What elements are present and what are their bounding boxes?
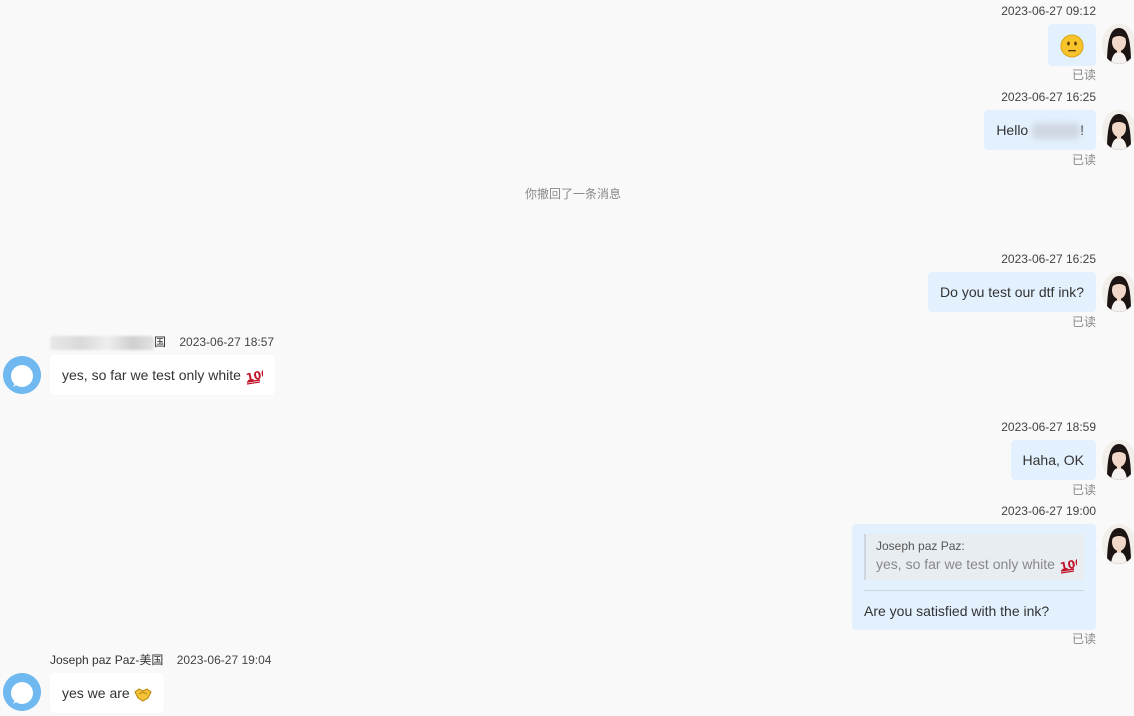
read-status: 已读 — [1071, 483, 1096, 497]
message-text-suffix: ! — [1080, 122, 1084, 138]
woman-portrait-icon — [1102, 524, 1134, 564]
message-timestamp: 2023-06-27 18:59 — [1001, 420, 1096, 434]
quoted-text: yes, so far we test only white — [876, 556, 1055, 572]
sender-name-suffix: 国 — [154, 335, 167, 349]
woman-portrait-icon — [1102, 440, 1134, 480]
handshake-emoji-icon — [133, 688, 152, 702]
read-status: 已读 — [1071, 632, 1096, 646]
read-status: 已读 — [1071, 153, 1096, 167]
sender-line: 国 2023-06-27 18:57 — [50, 335, 274, 350]
message-timestamp: 2023-06-27 19:00 — [1001, 504, 1096, 518]
outgoing-message-bubble[interactable] — [1048, 24, 1096, 66]
message-timestamp: 2023-06-27 09:12 — [1001, 4, 1096, 18]
chat-bubble-avatar-icon — [3, 356, 41, 394]
hundred-points-emoji-icon: 100 — [1059, 556, 1077, 574]
woman-portrait-icon — [1102, 110, 1134, 150]
outgoing-message-bubble[interactable]: Do you test our dtf ink? — [928, 272, 1096, 312]
message-text: Hello — [996, 122, 1029, 138]
recall-notice: 你撤回了一条消息 — [524, 187, 621, 201]
read-status: 已读 — [1071, 315, 1096, 329]
message-timestamp: 2023-06-27 16:25 — [1001, 252, 1096, 266]
quoted-text-line: yes, so far we test only white 100 — [876, 554, 1077, 574]
neutral-face-emoji-icon — [1060, 34, 1084, 58]
woman-portrait-icon — [1102, 272, 1134, 312]
woman-portrait-icon — [1102, 24, 1134, 64]
incoming-message-bubble[interactable]: yes we are — [50, 673, 164, 713]
redacted-name — [1032, 123, 1081, 140]
my-avatar[interactable] — [1102, 524, 1134, 564]
sender-line: Joseph paz Paz-美国 2023-06-27 19:04 — [50, 653, 271, 667]
my-avatar[interactable] — [1102, 440, 1134, 480]
message-text: Do you test our dtf ink? — [940, 284, 1084, 300]
message-text: yes, so far we test only white — [62, 367, 241, 383]
incoming-message-bubble[interactable]: yes, so far we test only white 100 — [50, 355, 275, 395]
contact-avatar[interactable] — [3, 356, 41, 394]
message-text: Are you satisfied with the ink? — [864, 603, 1050, 620]
message-text: yes we are — [62, 685, 130, 701]
chat-history[interactable]: 2023-06-27 09:12 已读 2023-06-27 16:25 Hel… — [0, 0, 1134, 716]
message-timestamp: 2023-06-27 19:04 — [176, 653, 272, 667]
chat-bubble-avatar-icon — [3, 673, 41, 711]
quoted-sender: Joseph paz Paz: — [876, 539, 965, 553]
my-avatar[interactable] — [1102, 110, 1134, 150]
read-status: 已读 — [1071, 68, 1096, 82]
message-timestamp: 2023-06-27 16:25 — [1001, 90, 1096, 104]
outgoing-reply-bubble[interactable]: Joseph paz Paz: yes, so far we test only… — [852, 524, 1096, 630]
outgoing-message-bubble[interactable]: Haha, OK — [1010, 440, 1096, 480]
my-avatar[interactable] — [1102, 24, 1134, 64]
sender-name: Joseph paz Paz-美国 — [50, 653, 164, 667]
hundred-points-emoji-icon: 100 — [245, 367, 263, 385]
quoted-message[interactable]: Joseph paz Paz: yes, so far we test only… — [864, 534, 1084, 581]
redacted-sender-name — [50, 335, 154, 350]
message-timestamp: 2023-06-27 18:57 — [179, 335, 275, 349]
my-avatar[interactable] — [1102, 272, 1134, 312]
message-text: Haha, OK — [1022, 452, 1084, 468]
outgoing-message-bubble[interactable]: Hello ! — [984, 110, 1096, 150]
quote-divider — [864, 590, 1084, 592]
contact-avatar[interactable] — [3, 673, 41, 711]
